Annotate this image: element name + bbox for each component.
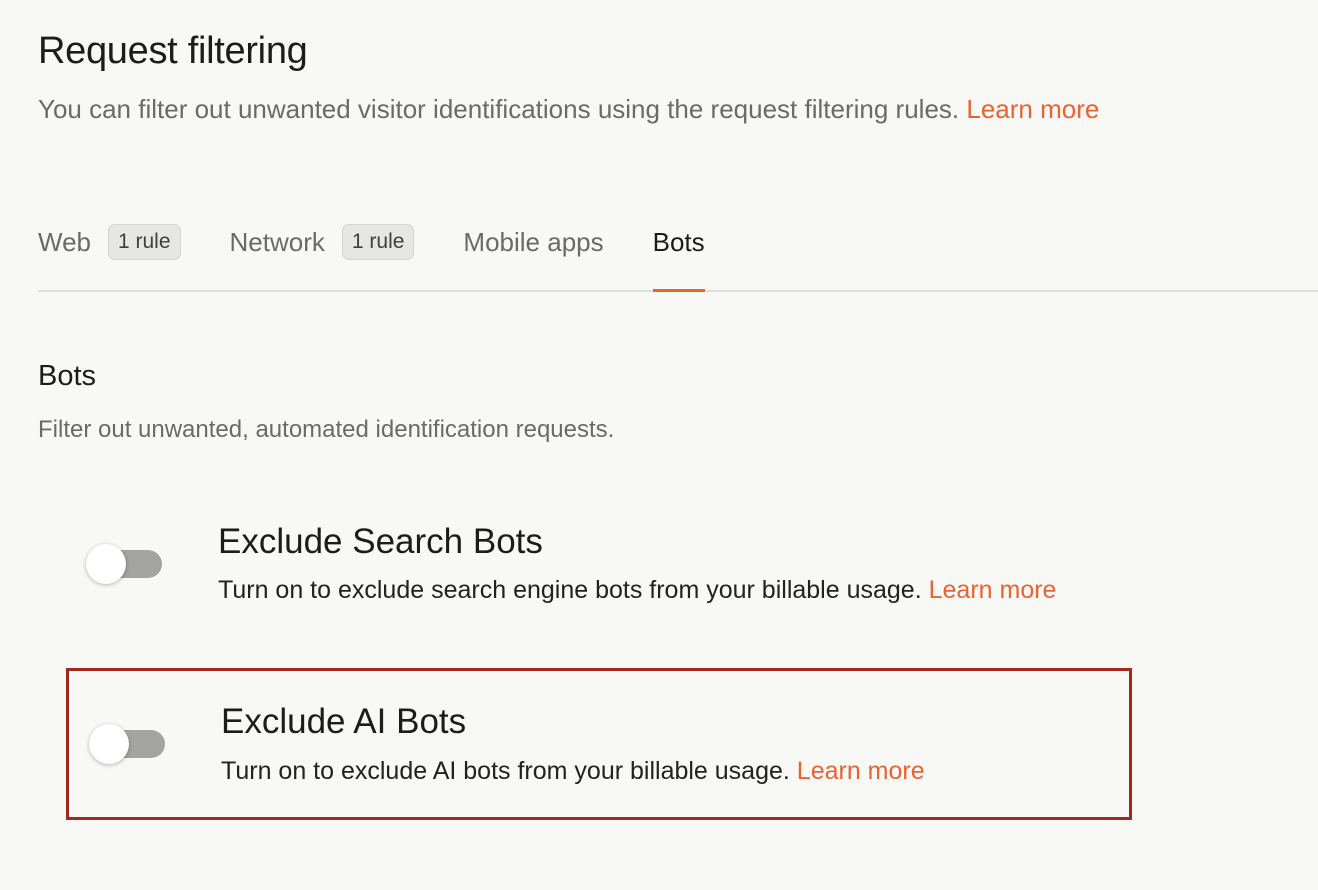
exclude-search-bots-description: Turn on to exclude search engine bots fr… <box>218 576 1056 605</box>
exclude-search-bots-learn-more-link[interactable]: Learn more <box>929 576 1057 604</box>
exclude-ai-bots-learn-more-link[interactable]: Learn more <box>797 757 925 785</box>
toggle-knob <box>86 544 126 584</box>
tab-web[interactable]: Web 1 rule <box>38 214 181 270</box>
learn-more-link[interactable]: Learn more <box>966 94 1099 124</box>
tab-web-label: Web <box>38 226 91 257</box>
exclude-search-bots-description-text: Turn on to exclude search engine bots fr… <box>218 576 922 604</box>
exclude-ai-bots-description: Turn on to exclude AI bots from your bil… <box>221 757 925 786</box>
tab-bar: Web 1 rule Network 1 rule Mobile apps Bo… <box>38 214 1318 292</box>
tab-network-rule-count-badge: 1 rule <box>341 224 415 260</box>
tab-bots-label: Bots <box>652 226 705 257</box>
toggle-knob <box>89 724 129 764</box>
tab-bots[interactable]: Bots <box>652 214 705 292</box>
exclude-ai-bots-toggle[interactable] <box>89 724 165 764</box>
page-subtitle: You can filter out unwanted visitor iden… <box>38 94 1099 125</box>
page-subtitle-text: You can filter out unwanted visitor iden… <box>38 94 960 124</box>
exclude-search-bots-title: Exclude Search Bots <box>218 522 543 561</box>
tab-web-rule-count-badge: 1 rule <box>108 224 181 260</box>
section-title: Bots <box>38 360 97 392</box>
exclude-ai-bots-setting: Exclude AI Bots Turn on to exclude AI bo… <box>66 668 1132 820</box>
tab-mobile-apps-label: Mobile apps <box>463 226 604 257</box>
exclude-search-bots-setting: Exclude Search Bots Turn on to exclude s… <box>66 488 1132 640</box>
tab-network[interactable]: Network 1 rule <box>230 214 415 270</box>
page-title: Request filtering <box>38 30 308 72</box>
tab-mobile-apps[interactable]: Mobile apps <box>463 214 603 270</box>
exclude-ai-bots-description-text: Turn on to exclude AI bots from your bil… <box>221 757 790 785</box>
section-description: Filter out unwanted, automated identific… <box>38 416 615 443</box>
tab-network-label: Network <box>229 226 325 257</box>
exclude-search-bots-toggle[interactable] <box>86 544 162 584</box>
exclude-ai-bots-title: Exclude AI Bots <box>221 702 467 741</box>
request-filtering-page: Request filtering You can filter out unw… <box>0 0 1318 890</box>
